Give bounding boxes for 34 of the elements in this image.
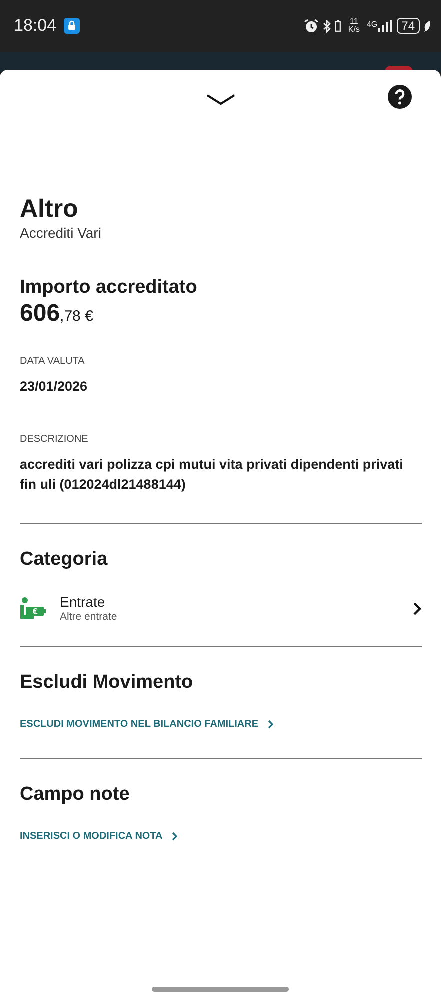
field-label: DATA VALUTA <box>20 355 86 369</box>
amount-decimal: ,78 € <box>60 308 94 325</box>
bluetooth-icon <box>323 20 332 32</box>
transaction-title: Altro <box>20 194 80 224</box>
battery-small-icon <box>335 20 342 32</box>
field-value: 23/01/2026 <box>20 378 89 396</box>
help-icon[interactable] <box>388 85 412 109</box>
collapse-chevron-icon[interactable] <box>206 94 236 106</box>
subcategory-name: Altre entrate <box>60 611 118 624</box>
amount-integer: 606 <box>20 300 60 327</box>
amount-label: Importo accreditato <box>20 276 198 300</box>
signal-icon <box>378 20 393 32</box>
chevron-right-icon <box>268 720 274 729</box>
alarm-icon <box>304 18 320 34</box>
battery-level: 74 <box>396 18 420 34</box>
status-time: 18:04 <box>14 16 57 36</box>
category-row[interactable]: Entrate Altre entrate <box>20 594 422 624</box>
money-hand-icon <box>20 597 46 621</box>
transaction-subtitle: Accrediti Vari <box>20 224 102 242</box>
section-heading: Categoria <box>20 548 109 572</box>
field-label: DESCRIZIONE <box>20 433 90 447</box>
lock-icon <box>64 18 80 34</box>
speed-unit: K/s <box>348 26 360 34</box>
exclude-link[interactable]: ESCLUDI MOVIMENTO NEL BILANCIO FAMILIARE <box>20 719 274 730</box>
section-heading: Escludi Movimento <box>20 671 194 695</box>
speed-value: 11 <box>350 18 358 26</box>
category-name: Entrate <box>60 594 106 611</box>
section-heading: Campo note <box>20 783 131 807</box>
chevron-right-icon <box>172 832 178 841</box>
field-value: accrediti vari polizza cpi mutui vita privati dipendenti privati fin uli (012024dl21488144) <box>20 456 404 494</box>
note-link[interactable]: INSERISCI O MODIFICA NOTA <box>20 831 178 842</box>
network-label: 4G <box>366 20 378 29</box>
leaf-icon <box>424 20 431 32</box>
chevron-right-icon <box>413 602 422 616</box>
